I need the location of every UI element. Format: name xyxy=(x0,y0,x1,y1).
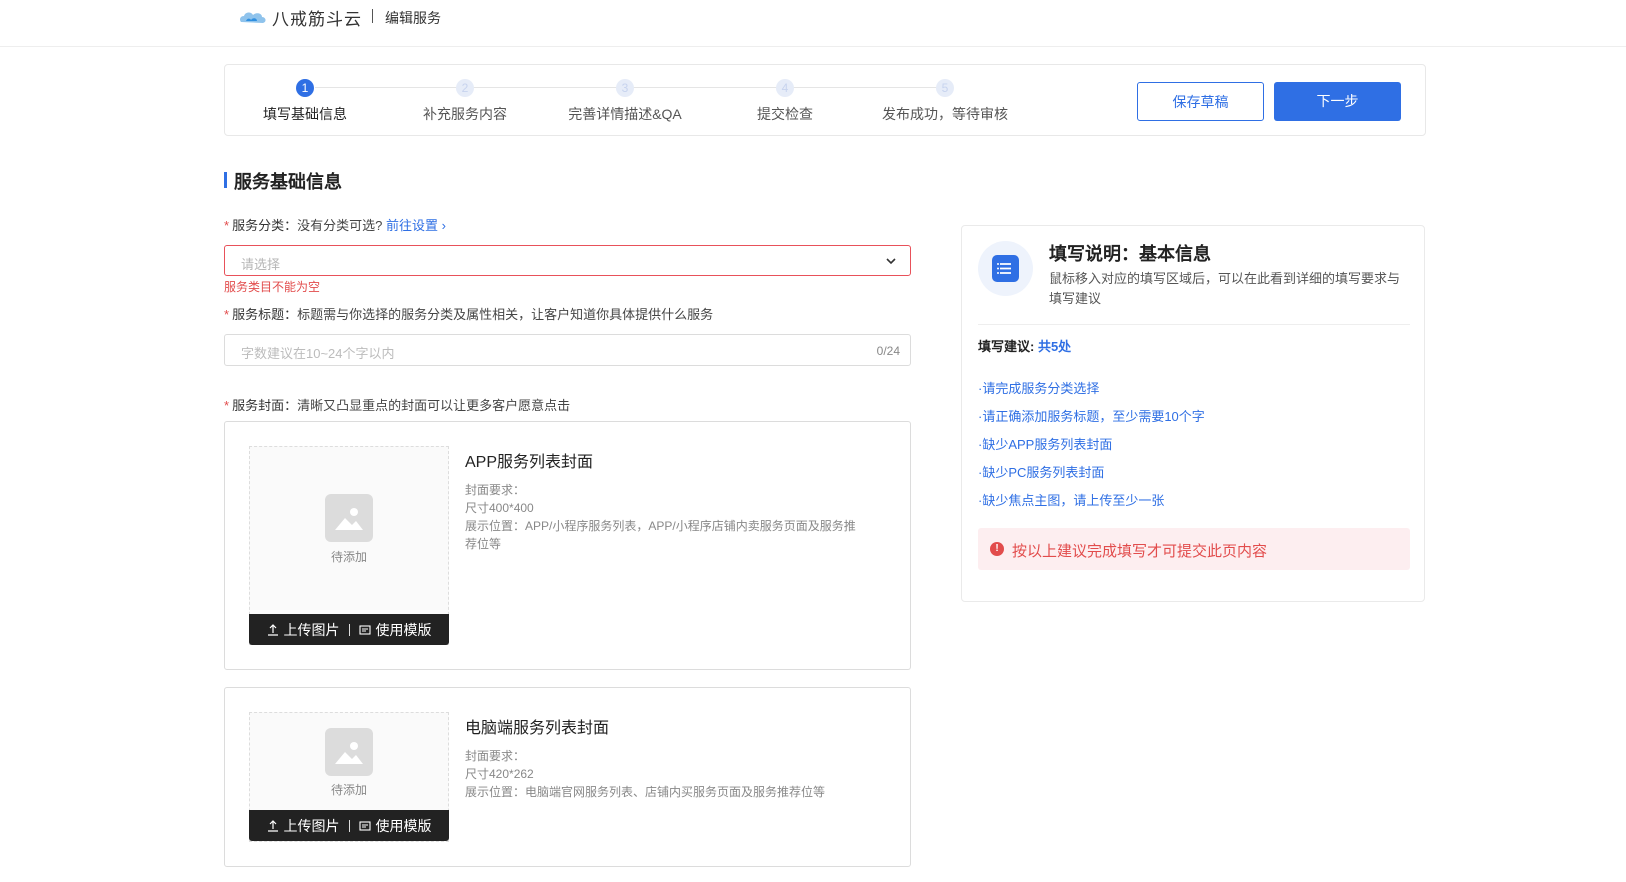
step-5: 5 发布成功，等待审核 xyxy=(865,79,1025,124)
step-number: 5 xyxy=(936,79,954,97)
upload-image-button[interactable]: 上传图片 xyxy=(267,620,340,640)
next-step-button[interactable]: 下一步 xyxy=(1274,82,1401,121)
app-cover-upload[interactable]: 待添加 上传图片 使用模版 xyxy=(249,446,449,645)
warning-text: 按以上建议完成填写才可提交此页内容 xyxy=(1012,543,1268,560)
save-draft-button[interactable]: 保存草稿 xyxy=(1137,82,1264,121)
step-number: 3 xyxy=(616,79,634,97)
pending-label: 待添加 xyxy=(330,783,367,797)
step-label: 补充服务内容 xyxy=(423,106,507,122)
image-placeholder-icon xyxy=(325,494,373,542)
suggestions-count: 共5处 xyxy=(1037,339,1072,354)
upload-actions: 上传图片 使用模版 xyxy=(249,614,449,645)
chevron-down-icon xyxy=(886,258,896,265)
header-divider xyxy=(372,9,373,23)
separator xyxy=(348,819,350,832)
step-4: 4 提交检查 xyxy=(705,79,865,124)
pc-cover-upload[interactable]: 待添加 上传图片 使用模版 xyxy=(249,712,449,842)
step-2: 2 补充服务内容 xyxy=(385,79,545,124)
cover-desc: 封面要求： 尺寸400*400 展示位置：APP/小程序服务列表，APP/小程序… xyxy=(465,483,856,551)
title-placeholder: 字数建议在10~24个字以内 xyxy=(241,346,395,361)
suggestion-item[interactable]: ·请正确添加服务标题，至少需要10个字 xyxy=(978,406,1205,425)
pending-label: 待添加 xyxy=(330,550,367,564)
title-input[interactable]: 字数建议在10~24个字以内 0/24 xyxy=(224,334,911,366)
upload-icon xyxy=(267,819,278,832)
template-icon xyxy=(358,624,371,635)
category-error: 服务类目不能为空 xyxy=(224,280,321,294)
tips-title: 填写说明：基本信息 xyxy=(1049,244,1211,264)
step-number: 1 xyxy=(296,79,314,97)
cover-hint: 清晰又凸显重点的封面可以让更多客户愿意点击 xyxy=(297,398,571,413)
title-hint: 标题需与你选择的服务分类及属性相关，让客户知道你具体提供什么服务 xyxy=(297,307,714,322)
category-select[interactable]: 请选择 xyxy=(224,245,911,276)
step-label: 发布成功，等待审核 xyxy=(882,106,1008,122)
upload-image-button[interactable]: 上传图片 xyxy=(267,816,340,836)
template-icon xyxy=(358,820,371,831)
suggestion-item[interactable]: ·缺少PC服务列表封面 xyxy=(978,462,1104,481)
category-placeholder: 请选择 xyxy=(241,257,281,272)
suggestion-item[interactable]: ·缺少焦点主图，请上传至少一张 xyxy=(978,490,1164,509)
warning-box: ! 按以上建议完成填写才可提交此页内容 xyxy=(978,528,1410,570)
cover-label-text: 服务封面： xyxy=(232,398,298,413)
title-label: * 服务标题：标题需与你选择的服务分类及属性相关，让客户知道你具体提供什么服务 xyxy=(224,304,713,323)
section-accent-bar xyxy=(224,172,227,188)
step-label: 填写基础信息 xyxy=(263,106,347,122)
required-mark: * xyxy=(224,218,230,233)
suggestions-label: 填写建议: 共5处 xyxy=(978,339,1072,354)
step-number: 2 xyxy=(456,79,474,97)
pc-cover-card: 待添加 上传图片 使用模版 电脑端服务列表封面 封面要求： 尺寸420*262 … xyxy=(224,687,911,867)
category-label: * 服务分类：没有分类可选? 前往设置 › xyxy=(224,215,446,234)
step-label: 完善详情描述&QA xyxy=(568,106,682,122)
cover-label: * 服务封面：清晰又凸显重点的封面可以让更多客户愿意点击 xyxy=(224,395,570,414)
tips-desc: 鼠标移入对应的填写区域后，可以在此看到详细的填写要求与填写建议 xyxy=(1049,271,1401,306)
step-number: 4 xyxy=(776,79,794,97)
logo-text: 八戒筋斗云 xyxy=(272,9,362,29)
separator xyxy=(348,623,350,636)
alert-icon: ! xyxy=(990,542,1004,556)
category-hint: 没有分类可选? xyxy=(297,218,383,233)
suggestion-item[interactable]: ·缺少APP服务列表封面 xyxy=(978,434,1112,453)
cloud-logo-icon xyxy=(240,12,266,23)
title-label-text: 服务标题： xyxy=(232,307,298,322)
step-3: 3 完善详情描述&QA xyxy=(545,79,705,124)
cover-title: 电脑端服务列表封面 xyxy=(465,720,610,737)
char-counter: 0/24 xyxy=(876,344,900,358)
upload-icon xyxy=(267,623,278,636)
section-title: 服务基础信息 xyxy=(234,172,342,192)
cover-desc: 封面要求： 尺寸420*262 展示位置：电脑端官网服务列表、店铺内买服务页面及… xyxy=(465,749,826,799)
document-icon xyxy=(978,241,1033,296)
step-1: 1 填写基础信息 xyxy=(225,79,385,124)
suggestion-item[interactable]: ·请完成服务分类选择 xyxy=(978,378,1099,397)
app-cover-card: 待添加 上传图片 使用模版 APP服务列表封面 封面要求： 尺寸400*400 … xyxy=(224,421,911,670)
divider xyxy=(978,324,1410,325)
step-label: 提交检查 xyxy=(757,106,813,122)
use-template-button[interactable]: 使用模版 xyxy=(358,816,432,836)
required-mark: * xyxy=(224,307,230,322)
category-label-text: 服务分类： xyxy=(232,218,298,233)
required-mark: * xyxy=(224,398,230,413)
top-header: 八戒筋斗云 编辑服务 xyxy=(0,0,1626,47)
tips-panel: 填写说明：基本信息 鼠标移入对应的填写区域后，可以在此看到详细的填写要求与填写建… xyxy=(961,225,1425,602)
cover-title: APP服务列表封面 xyxy=(465,454,594,471)
logo[interactable]: 八戒筋斗云 xyxy=(238,6,362,29)
upload-actions: 上传图片 使用模版 xyxy=(249,810,449,841)
go-settings-link[interactable]: 前往设置 › xyxy=(386,218,446,233)
use-template-button[interactable]: 使用模版 xyxy=(358,620,432,640)
page-title: 编辑服务 xyxy=(385,10,441,26)
image-placeholder-icon xyxy=(325,728,373,776)
